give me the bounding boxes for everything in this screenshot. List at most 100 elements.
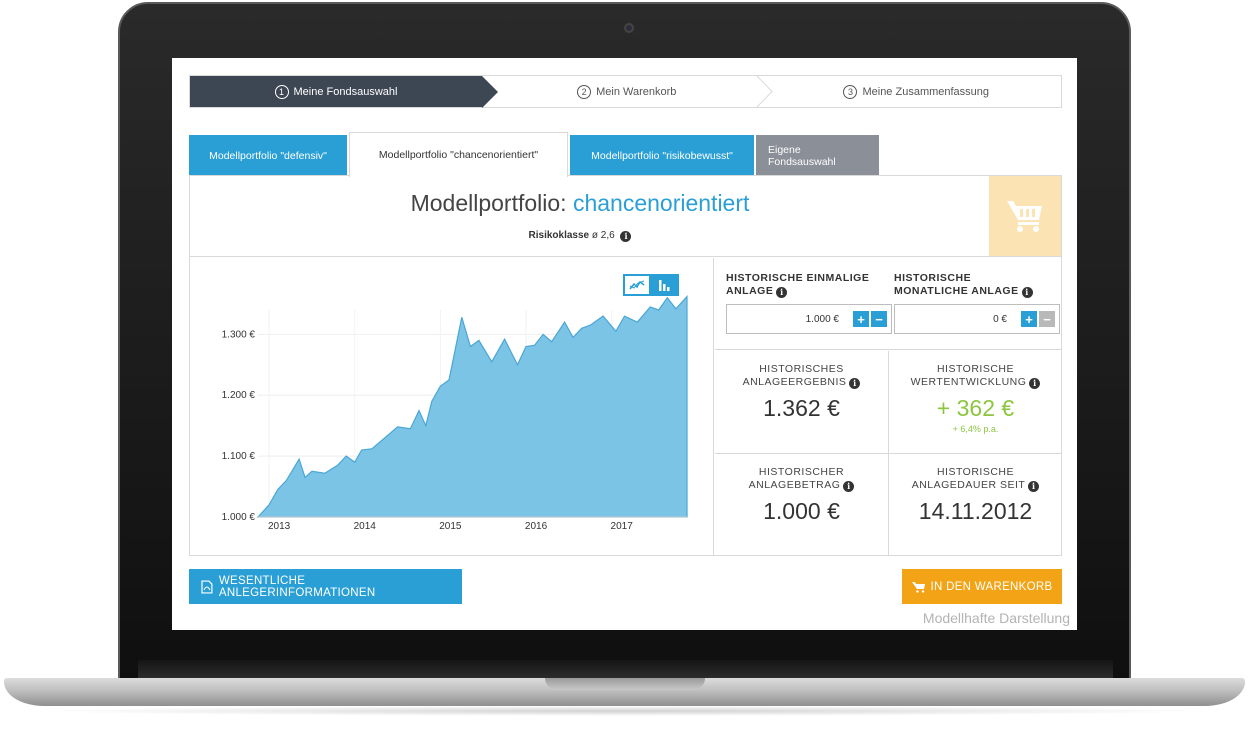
checkout-stepper: 1 Meine Fondsauswahl 2 Mein Warenkorb 3 … — [189, 75, 1062, 108]
risk-value: ø 2,6 — [591, 230, 615, 241]
line-chart-toggle[interactable] — [623, 274, 651, 296]
investor-information-button[interactable]: WESENTLICHE ANLEGERINFORMATIONEN — [189, 569, 462, 604]
portfolio-panel: Modellportfolio: chancenorientiert Risik… — [189, 175, 1062, 556]
info-icon[interactable]: i — [1021, 287, 1033, 298]
label-line: HISTORISCHE EINMALIGE — [726, 272, 870, 284]
stat-label-line: HISTORISCHER — [758, 466, 845, 478]
step-label: Mein Warenkorb — [596, 85, 677, 98]
stat-annual-rate: + 6,4% p.a. — [952, 424, 999, 434]
stat-value: + 362 € — [936, 395, 1015, 421]
result-stats: HISTORISCHES ANLAGEERGEBNIS i 1.362 € HIS… — [715, 351, 1061, 555]
performance-chart: 1.000 € 1.100 € 1.200 € 1.300 € 2013 2014 2015… — [222, 295, 688, 532]
laptop-shadow — [30, 706, 1220, 716]
one-time-investment: HISTORISCHE EINMALIGE ANLAGE i 1.000 € + … — [726, 272, 892, 334]
stat-label-line: WERTENTWICKLUNG — [910, 376, 1027, 388]
stat-value: 14.11.2012 — [918, 498, 1033, 524]
y-tick-label: 1.300 € — [222, 329, 256, 340]
decrease-button[interactable]: − — [1039, 311, 1055, 327]
x-tick-label: 2014 — [354, 521, 377, 532]
app-screen: 1 Meine Fondsauswahl 2 Mein Warenkorb 3 … — [172, 58, 1077, 630]
x-tick-label: 2015 — [439, 521, 462, 532]
y-tick-label: 1.200 € — [222, 390, 256, 401]
step-number: 1 — [274, 84, 289, 99]
increase-button[interactable]: + — [853, 311, 869, 327]
monthly-investment-field[interactable]: 0 € + − — [894, 304, 1060, 334]
one-time-investment-value: 1.000 € — [805, 313, 839, 325]
x-tick-label: 2013 — [268, 521, 291, 532]
risk-class: Risikoklasse ø 2,6 i — [190, 230, 970, 242]
stat-label-line: ANLAGEERGEBNIS — [742, 376, 847, 388]
risk-label: Risikoklasse — [528, 230, 590, 241]
x-tick-label: 2017 — [611, 521, 634, 532]
info-icon[interactable]: i — [1029, 378, 1041, 389]
step-label: Meine Fondsauswahl — [293, 85, 398, 98]
add-to-cart-label: IN DEN WARENKORB — [930, 580, 1053, 593]
stat-label-line: HISTORISCHE — [936, 466, 1015, 478]
stat-value-growth: HISTORISCHE WERTENTWICKLUNG i + 362 € + 6… — [889, 351, 1062, 453]
laptop-notch — [545, 678, 705, 690]
model-disclaimer: Modellhafte Darstellung — [922, 610, 1070, 626]
monthly-investment-label: HISTORISCHE MONATLICHE ANLAGE i — [894, 272, 1060, 300]
chart-type-toggle — [623, 274, 679, 296]
increase-button[interactable]: + — [1021, 311, 1037, 327]
add-to-cart-tile[interactable] — [989, 176, 1061, 256]
stat-investment-result: HISTORISCHES ANLAGEERGEBNIS i 1.362 € — [715, 351, 888, 453]
stat-label-line: HISTORISCHES — [759, 363, 844, 375]
performance-chart-area: 1.000 € 1.100 € 1.200 € 1.300 € 2013 2014 2015… — [190, 258, 714, 555]
label-line: ANLAGE — [726, 285, 774, 297]
tab-risikobewusst[interactable]: Modellportfolio "risikobewusst" — [570, 135, 754, 176]
stat-value: 1.000 € — [763, 498, 840, 524]
x-tick-label: 2016 — [525, 521, 548, 532]
performance-area-series — [256, 295, 688, 518]
step-number: 3 — [843, 84, 858, 99]
y-tick-label: 1.100 € — [222, 451, 256, 462]
shopping-cart-icon — [911, 581, 925, 593]
info-icon[interactable]: i — [776, 287, 788, 298]
stat-label-line: HISTORISCHE — [936, 363, 1015, 375]
step-chevron-divider — [756, 76, 773, 107]
laptop-hinge — [138, 660, 1113, 678]
monthly-investment-value: 0 € — [993, 313, 1007, 325]
pdf-document-icon — [201, 579, 213, 594]
tab-chancenorientiert[interactable]: Modellportfolio "chancenorientiert" — [349, 132, 568, 177]
stat-label-line: ANLAGEBETRAG — [748, 479, 841, 491]
page-title: Modellportfolio: chancenorientiert — [190, 190, 970, 217]
portfolio-header: Modellportfolio: chancenorientiert Risik… — [190, 176, 1061, 257]
label-line: MONATLICHE ANLAGE — [894, 285, 1019, 297]
step-summary[interactable]: 3 Meine Zusammenfassung — [772, 76, 1062, 107]
step-cart[interactable]: 2 Mein Warenkorb — [482, 76, 772, 107]
one-time-investment-field[interactable]: 1.000 € + − — [726, 304, 892, 334]
label-line: HISTORISCHE — [894, 272, 972, 284]
info-icon[interactable]: i — [620, 230, 632, 242]
stat-investment-amount: HISTORISCHER ANLAGEBETRAG i 1.000 € — [715, 454, 888, 556]
monthly-investment: HISTORISCHE MONATLICHE ANLAGE i 0 € + − — [894, 272, 1060, 334]
stat-value: 1.362 € — [763, 395, 840, 421]
portfolio-tabs: Modellportfolio "defensiv" Modellportfol… — [189, 132, 881, 177]
title-portfolio-name: chancenorientiert — [572, 190, 750, 216]
add-to-cart-button[interactable]: IN DEN WARENKORB — [902, 569, 1062, 604]
step-label: Meine Zusammenfassung — [862, 85, 990, 98]
bar-chart-icon — [659, 280, 670, 291]
investor-information-label: WESENTLICHE ANLEGERINFORMATIONEN — [218, 574, 376, 599]
webcam — [624, 23, 634, 33]
stat-label: HISTORISCHES ANLAGEERGEBNIS i — [715, 363, 888, 389]
info-icon[interactable]: i — [1028, 481, 1040, 492]
info-icon[interactable]: i — [849, 378, 861, 389]
tab-defensiv[interactable]: Modellportfolio "defensiv" — [189, 135, 347, 176]
bar-chart-toggle[interactable] — [651, 274, 679, 296]
stat-investment-duration: HISTORISCHE ANLAGEDAUER SEIT i 14.11.2012 — [889, 454, 1062, 556]
tab-eigene-fondsauswahl[interactable]: Eigene Fondsauswahl — [756, 135, 879, 176]
decrease-button[interactable]: − — [871, 311, 887, 327]
line-chart-icon — [629, 280, 645, 290]
stat-label: HISTORISCHE ANLAGEDAUER SEIT i — [889, 466, 1062, 492]
stat-label-line: ANLAGEDAUER SEIT — [911, 479, 1026, 491]
step-number: 2 — [577, 84, 592, 99]
step-fund-selection[interactable]: 1 Meine Fondsauswahl — [190, 76, 498, 108]
stat-label: HISTORISCHE WERTENTWICKLUNG i — [889, 363, 1062, 389]
info-icon[interactable]: i — [843, 481, 855, 492]
investment-inputs: HISTORISCHE EINMALIGE ANLAGE i 1.000 € + … — [715, 258, 1061, 350]
y-tick-label: 1.000 € — [222, 512, 256, 523]
stat-label: HISTORISCHER ANLAGEBETRAG i — [715, 466, 888, 492]
one-time-investment-label: HISTORISCHE EINMALIGE ANLAGE i — [726, 272, 892, 300]
shopping-cart-icon — [1007, 201, 1042, 232]
